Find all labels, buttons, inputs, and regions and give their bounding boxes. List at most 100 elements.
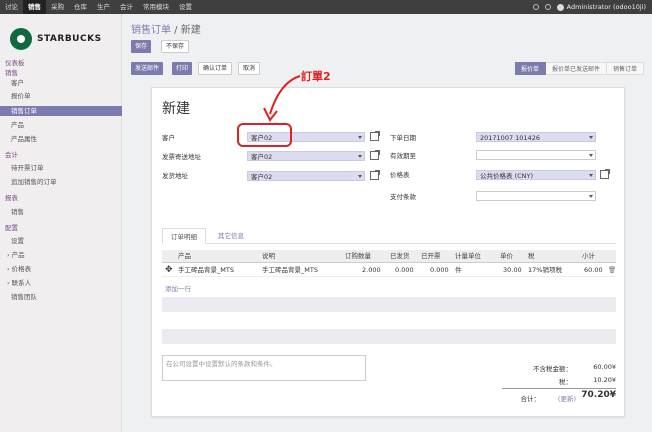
cell-description[interactable]: 手工砖品背景_MTS xyxy=(262,264,318,277)
sidebar: STARBUCKS 仪表板 销售 客户 报价单 销售订单 产品 产品属性 会计 … xyxy=(0,14,122,432)
topnav-manufacturing[interactable]: 生产 xyxy=(92,0,115,14)
external-link-icon[interactable] xyxy=(370,131,380,141)
status-quotation[interactable]: 报价单 xyxy=(514,62,546,75)
sidebar-item-contacts[interactable]: › 联系人 xyxy=(0,278,122,288)
breadcrumb-parent[interactable]: 销售订单 xyxy=(131,25,171,36)
external-link-icon[interactable] xyxy=(370,170,380,180)
topnav-right: Administrator (odoo10ji) xyxy=(532,0,646,14)
cell-product[interactable]: 手工砖品背景_MTS xyxy=(178,264,234,277)
tab-other-info[interactable]: 其它信息 xyxy=(210,228,252,244)
topnav-inventory[interactable]: 仓库 xyxy=(69,0,92,14)
sidebar-item-to-invoice[interactable]: 待开票订单 xyxy=(0,163,122,173)
drag-handle-icon[interactable]: ✥ xyxy=(165,264,173,277)
confirm-order-button[interactable]: 确认订单 xyxy=(198,62,233,75)
topnav-purchase[interactable]: 采购 xyxy=(46,0,69,14)
add-line-link[interactable]: 添加一行 xyxy=(165,283,191,293)
tax-amount: 10.20¥ xyxy=(593,376,616,384)
col-description[interactable]: 说明 xyxy=(262,250,275,263)
col-uom[interactable]: 计量单位 xyxy=(455,250,481,263)
pricelist-field[interactable]: 公共价格表 (CNY) xyxy=(476,170,596,180)
col-subtotal[interactable]: 小计 xyxy=(582,250,595,263)
sidebar-item-pricelists[interactable]: › 价格表 xyxy=(0,264,122,274)
tax-label: 税： xyxy=(559,378,572,386)
sidebar-item-quotations[interactable]: 报价单 xyxy=(0,91,122,101)
sidebar-item-upsell[interactable]: 追加销售的订单 xyxy=(0,177,122,187)
topnav-discuss[interactable]: 讨论 xyxy=(0,0,23,14)
order-date-value: 20171007 101426 xyxy=(480,134,540,142)
starbucks-logo-icon xyxy=(10,28,32,50)
order-date-label: 下单日期 xyxy=(390,134,416,142)
sidebar-item-product-attributes[interactable]: 产品属性 xyxy=(0,134,122,144)
topnav-accounting[interactable]: 会计 xyxy=(115,0,138,14)
page-title: 新建 xyxy=(162,101,190,117)
status-sales-order[interactable]: 销售订单 xyxy=(606,62,644,75)
topnav-apps[interactable]: 常用模块 xyxy=(138,0,174,14)
tab-order-lines[interactable]: 订单明细 xyxy=(162,228,206,244)
external-link-icon[interactable] xyxy=(600,169,610,179)
col-delivered[interactable]: 已发货 xyxy=(390,250,410,263)
external-link-icon[interactable] xyxy=(370,150,380,160)
payment-terms-field[interactable] xyxy=(476,191,596,201)
avatar xyxy=(556,3,564,11)
sidebar-item-products[interactable]: 产品 xyxy=(0,120,122,130)
table-row[interactable]: ✥ 手工砖品背景_MTS 手工砖品背景_MTS 2.000 0.000 0.00… xyxy=(162,264,616,277)
cell-uom[interactable]: 件 xyxy=(455,264,462,277)
order-date-field[interactable]: 20171007 101426 xyxy=(476,132,596,142)
cell-invoiced: 0.000 xyxy=(430,266,449,274)
print-button[interactable]: 打印 xyxy=(172,62,193,75)
status-quotation-sent[interactable]: 报价单已发送邮件 xyxy=(545,62,607,75)
chevron-down-icon[interactable] xyxy=(589,195,593,198)
breadcrumb-separator: / xyxy=(171,25,181,36)
activity-icon[interactable] xyxy=(532,4,539,10)
chevron-down-icon[interactable] xyxy=(358,155,362,158)
col-unit-price[interactable]: 单价 xyxy=(500,250,513,263)
cell-delivered: 0.000 xyxy=(395,266,414,274)
invoice-address-label: 发票寄送地址 xyxy=(162,153,201,161)
total-amount: 70.20¥ xyxy=(581,390,616,400)
chevron-down-icon[interactable] xyxy=(358,175,362,178)
form-sheet: 新建 客户 客户02 发票寄送地址 客户02 发货地址 客户02 下单日期 20… xyxy=(151,87,625,417)
send-email-button[interactable]: 发送邮件 xyxy=(131,62,164,75)
validity-label: 有效期至 xyxy=(390,152,416,160)
chat-icon[interactable] xyxy=(544,4,551,10)
sidebar-item-sales-report[interactable]: 销售 xyxy=(0,207,122,217)
col-product[interactable]: 产品 xyxy=(178,250,191,263)
pricelist-value: 公共价格表 (CNY) xyxy=(480,172,534,180)
col-tax[interactable]: 税 xyxy=(528,250,535,263)
chevron-down-icon[interactable] xyxy=(589,136,593,139)
topnav-settings[interactable]: 设置 xyxy=(174,0,197,14)
sidebar-section-reports: 报表 xyxy=(5,194,18,202)
sidebar-item-dashboard[interactable]: 仪表板 xyxy=(0,58,122,68)
table-header: 产品 说明 订购数量 已发货 已开票 计量单位 单价 税 小计 xyxy=(162,250,616,263)
sidebar-section-sales: 销售 xyxy=(5,69,18,77)
chevron-down-icon[interactable] xyxy=(589,154,593,157)
breadcrumb: 销售订单 / 新建 xyxy=(131,21,201,36)
totals-divider xyxy=(502,388,616,389)
trash-icon[interactable]: 🗑 xyxy=(608,264,616,277)
terms-textarea[interactable]: 在公司设置中设置默认的条款和条件。 xyxy=(162,355,366,381)
col-quantity[interactable]: 订购数量 xyxy=(345,250,371,263)
shipping-address-field[interactable]: 客户02 xyxy=(247,171,365,181)
chevron-down-icon[interactable] xyxy=(589,174,593,177)
cell-quantity[interactable]: 2.000 xyxy=(362,264,381,277)
sidebar-item-sales-orders[interactable]: 销售订单 xyxy=(0,106,122,116)
sidebar-item-customers[interactable]: 客户 xyxy=(0,78,122,88)
topnav-sales[interactable]: 销售 xyxy=(23,0,46,14)
cell-unit-price[interactable]: 30.00 xyxy=(503,264,522,277)
sidebar-item-products-config[interactable]: › 产品 xyxy=(0,250,122,260)
validity-field[interactable] xyxy=(476,150,596,160)
shipping-address-value: 客户02 xyxy=(251,173,273,181)
shipping-address-label: 发货地址 xyxy=(162,172,188,180)
sidebar-item-sales-teams[interactable]: 销售团队 xyxy=(0,292,122,302)
user-menu[interactable]: Administrator (odoo10ji) xyxy=(556,3,646,11)
discard-button[interactable]: 不保存 xyxy=(161,40,190,53)
save-button[interactable]: 保存 xyxy=(131,40,152,53)
chevron-down-icon[interactable] xyxy=(358,136,362,139)
col-invoiced[interactable]: 已开票 xyxy=(421,250,441,263)
update-totals-link[interactable]: (更新) xyxy=(540,393,576,403)
cell-tax[interactable]: 17%销项税 xyxy=(528,264,562,277)
top-navbar: 讨论 销售 采购 仓库 生产 会计 常用模块 设置 Administrator … xyxy=(0,0,652,14)
sidebar-item-settings[interactable]: 设置 xyxy=(0,236,122,246)
main-content: 销售订单 / 新建 保存 不保存 发送邮件 打印 确认订单 取消 报价单 报价单… xyxy=(122,14,652,432)
invoice-address-field[interactable]: 客户02 xyxy=(247,151,365,161)
